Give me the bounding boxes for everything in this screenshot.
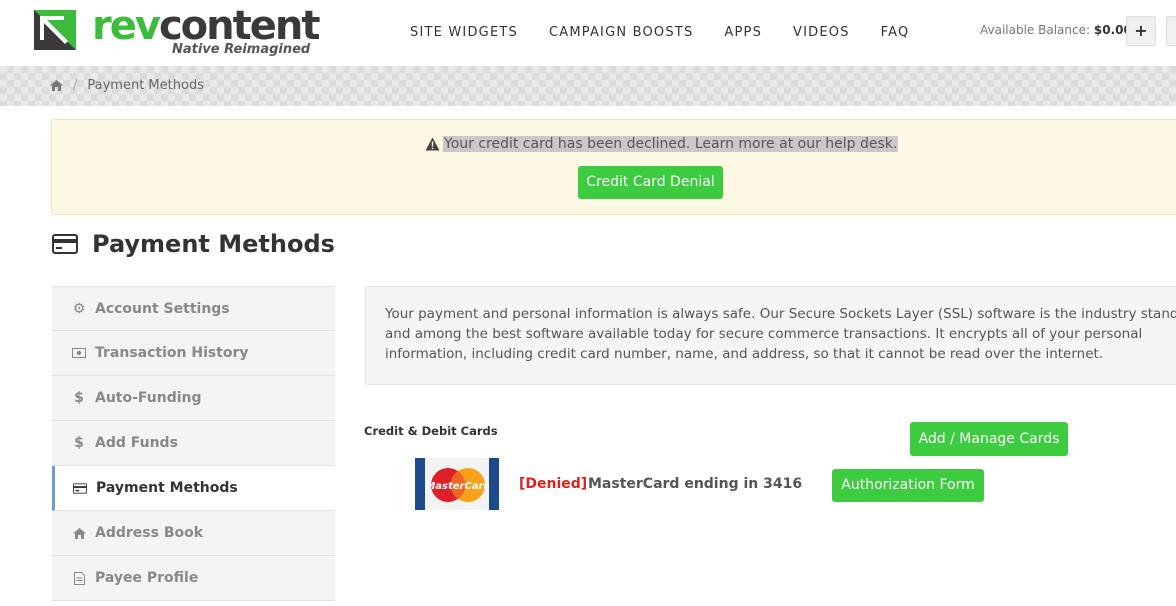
header-menu-button[interactable] [1166, 16, 1176, 46]
page-title-text: Payment Methods [92, 230, 335, 258]
dollar-icon: $ [74, 435, 84, 451]
sidebar-item-auto-funding[interactable]: $ Auto-Funding [52, 376, 335, 421]
alert-text: Your credit card has been declined. Lear… [443, 136, 899, 152]
credit-card-denial-button[interactable]: Credit Card Denial [578, 166, 723, 199]
document-icon [72, 571, 86, 585]
sidebar-item-label: Auto-Funding [95, 390, 202, 406]
home-icon [72, 527, 86, 539]
breadcrumb: / Payment Methods [50, 78, 204, 93]
page: revcontent Native Reimagined SITE WIDGET… [0, 0, 1176, 606]
warning-icon [425, 137, 440, 151]
sidebar-item-payment-methods[interactable]: Payment Methods [52, 466, 335, 511]
breadcrumb-bar: / Payment Methods [0, 66, 1176, 106]
security-info-text: Your payment and personal information is… [385, 306, 1176, 362]
mastercard-logo-text: MasterCard [425, 481, 491, 492]
money-icon [72, 348, 86, 358]
breadcrumb-separator: / [73, 78, 78, 93]
security-info-box: Your payment and personal information is… [365, 286, 1176, 385]
sidebar-item-label: Payee Profile [95, 570, 199, 586]
top-header: revcontent Native Reimagined SITE WIDGET… [0, 0, 1176, 66]
card-description: MasterCard ending in 3416 [588, 476, 803, 492]
sidebar-item-label: Add Funds [95, 435, 178, 451]
authorization-form-button[interactable]: Authorization Form [832, 469, 984, 502]
sidebar-item-address-book[interactable]: Address Book [52, 511, 335, 556]
dollar-icon: $ [74, 390, 84, 406]
card-status-badge: [Denied] [519, 476, 588, 492]
nav-campaign-boosts[interactable]: CAMPAIGN BOOSTS [549, 24, 693, 42]
nav-apps[interactable]: APPS [724, 24, 762, 42]
sidebar-item-transaction-history[interactable]: Transaction History [52, 331, 335, 376]
sidebar-item-account-settings[interactable]: ⚙ Account Settings [52, 286, 335, 331]
page-title: Payment Methods [52, 230, 335, 258]
credit-card-icon [73, 482, 87, 494]
balance-label: Available Balance: [980, 23, 1091, 37]
nav-site-widgets[interactable]: SITE WIDGETS [410, 24, 518, 42]
account-sidebar: ⚙ Account Settings Transaction History $… [52, 286, 335, 601]
available-balance: Available Balance: $0.00 [980, 23, 1132, 37]
gear-icon: ⚙ [72, 300, 86, 317]
nav-videos[interactable]: VIDEOS [793, 24, 850, 42]
logo-rev-text: rev [92, 3, 161, 49]
add-manage-cards-button[interactable]: Add / Manage Cards [910, 422, 1068, 456]
sidebar-item-label: Account Settings [95, 300, 230, 317]
sidebar-item-add-funds[interactable]: $ Add Funds [52, 421, 335, 466]
logo-mark-icon [34, 10, 76, 50]
revcontent-logo[interactable]: revcontent Native Reimagined [34, 4, 320, 62]
mastercard-logo-icon: MasterCard [415, 458, 499, 510]
home-icon[interactable] [50, 80, 63, 91]
sidebar-item-label: Address Book [95, 525, 204, 541]
main-nav: SITE WIDGETS CAMPAIGN BOOSTS APPS VIDEOS… [410, 24, 909, 42]
declined-alert: Your credit card has been declined. Lear… [51, 119, 1176, 215]
nav-faq[interactable]: FAQ [881, 24, 910, 42]
alert-message: Your credit card has been declined. Lear… [425, 136, 899, 152]
logo-tagline: Native Reimagined [172, 42, 311, 57]
breadcrumb-current: Payment Methods [87, 78, 204, 93]
credit-card-icon [52, 234, 78, 254]
add-balance-button[interactable]: + [1126, 16, 1156, 46]
sidebar-item-label: Payment Methods [96, 480, 238, 496]
sidebar-item-payee-profile[interactable]: Payee Profile [52, 556, 335, 601]
cards-section-label: Credit & Debit Cards [364, 424, 498, 438]
sidebar-item-label: Transaction History [95, 345, 249, 361]
